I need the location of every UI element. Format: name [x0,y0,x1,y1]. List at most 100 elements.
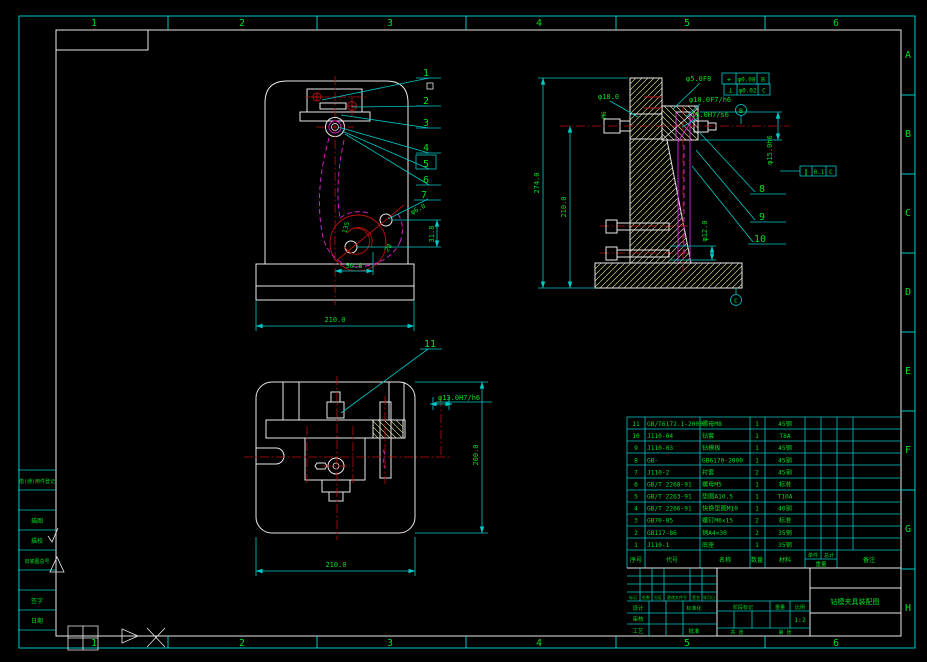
title-block: 标记 处数 分区 更改文件号 签名 年月日 设计 标准化 审核 工艺 批准 阶段… [627,567,901,636]
rev-label: 签名 [692,594,700,600]
sheets-label: 共 张 [730,629,743,636]
bom-cell: 1 [755,542,759,549]
callout-number: 11 [424,339,436,350]
dim-label: 50.8 [346,262,363,270]
bom-cell: GB- [647,457,658,464]
bom-header: 名称 [719,556,731,564]
datum-c: C [730,288,742,306]
callout-number: 3 [423,118,429,129]
dim-label: φ13.0H7/h6 [438,394,480,402]
gdt-symbol: ∥ [804,168,807,176]
sheet-border [18,15,916,649]
gdt-tolerance: φ0.02 [738,88,756,95]
bom-cell: 垫圈A10.5 [702,493,733,501]
role-label: 设计 [632,604,644,612]
bom-cell: T10A [778,494,793,501]
dim-label: 200.0 [472,444,480,465]
zone-label: 3 [387,638,393,649]
gdt-symbol: ⊥ [728,87,732,95]
bom-cell: 螺母M8 [702,420,722,428]
callout-number: 2 [423,96,429,107]
strip-label: 描校 [31,537,43,545]
bom-cell: 45钢 [778,444,792,452]
bom-header: 总计 [824,552,834,559]
fcf-position: ⌖ φ0.08 B [721,72,770,85]
callout-number: 1 [423,68,429,79]
bom-cell: 销A4×30 [702,529,727,537]
rev-label: 处数 [642,594,650,600]
stage-label: 阶段标记 [733,604,753,611]
bom-cell: 45钢 [778,468,792,476]
zone-label: 3 [387,18,393,29]
bom-cell: 1 [755,445,759,452]
zone-label: G [905,524,911,535]
strip-label: 借(通)用件登记 [19,478,55,485]
bom-header: 单件 [808,552,818,559]
zone-label: E [905,366,911,377]
gdt-tolerance: φ0.08 [737,77,755,84]
datum-b: B [735,104,747,124]
gdt-symbol: ⌖ [727,76,731,84]
dim-label: φ12.0 [701,220,709,241]
bom-cell: T8A [779,433,790,440]
rev-label: 分区 [654,594,662,600]
bom-rows: 11 GB/T6172.1-2000 螺母M8 1 45钢10 J110-04 钻套 1 T8A… [632,420,792,549]
dim-label: M6 [601,111,608,119]
bom-cell: 2 [634,530,638,537]
bom-cell: 1 [755,421,759,428]
cad-canvas: 1 2 3 4 5 6 1 2 3 4 5 6 A B C D E F G H … [18,15,916,651]
left-margin-strip: 借(通)用件登记 描图 描校 旧底图总号 签字 日期 [18,469,65,631]
corner-marks [67,625,166,651]
zone-label: 1 [91,18,97,29]
gdt-datum: B [761,76,765,84]
fcf-parallelism: ∥ 0.1 C [780,165,837,177]
bom-cell: 2 [755,530,759,537]
bom-cell: 4 [634,506,638,513]
dim-label: 210.0 [324,316,345,324]
bom-cell: 35钢 [778,529,792,537]
callout-number: 4 [423,143,429,154]
bom-cell: 2 [755,469,759,476]
role-label: 审核 [632,615,644,623]
rev-label: 更改文件号 [667,594,687,600]
bom-cell: 40钢 [778,505,792,513]
datum-label: C [734,297,738,305]
dim-label: φ18.0 [598,93,619,101]
gdt-datum: C [829,168,833,176]
bom-cell: GB/T 2268-91 [647,481,692,488]
bom-cell: 螺钉M6×15 [702,517,733,525]
bom-cell: 45钢 [778,420,792,428]
bom-cell: J110-2 [647,469,670,476]
zone-label: 6 [833,638,839,649]
bom-headers: 序号 代号 名称 数量 材料 单件 总计 重量 备注 [630,552,875,568]
dim-label: φ15.0h6 [766,135,774,165]
dim-label: 274.0 [533,172,541,193]
bom-cell: 6 [634,481,638,488]
zone-label: 1 [91,638,97,649]
bom-cell: 快换垫圈M10 [702,505,738,513]
small-square-marker [426,82,434,90]
bom-cell: 35钢 [778,541,792,549]
role-label: 工艺 [632,628,644,635]
zone-label: C [905,208,911,219]
strip-label: 签字 [31,597,43,605]
bom-cell: GB/T6172.1-2000 [647,421,703,428]
bom-cell: 螺母M5 [702,480,722,488]
bom-cell: 10 [632,433,640,440]
revision-labels: 标记 处数 分区 更改文件号 签名 年月日 [629,594,715,600]
bom-cell: GB/T 2266-91 [647,506,692,513]
sheet-no-label: 第 张 [778,629,791,636]
drawing-title: 钻模夹具装配图 [831,597,880,606]
angle-label: 135 [341,221,352,234]
bom-header: 材料 [779,556,791,564]
x-mark-icon [146,627,166,648]
bom-cell: 2 [755,518,759,525]
callout-number: 7 [421,190,427,201]
weight-label: 重量 [775,604,785,611]
dim-label: φ5.0F8 [686,75,711,83]
rev-label: 标记 [629,594,637,600]
strip-label: 旧底图总号 [24,558,49,565]
callout-number: 5 [423,159,429,170]
zone-label: F [905,445,911,456]
bom-header: 重量 [815,560,827,568]
